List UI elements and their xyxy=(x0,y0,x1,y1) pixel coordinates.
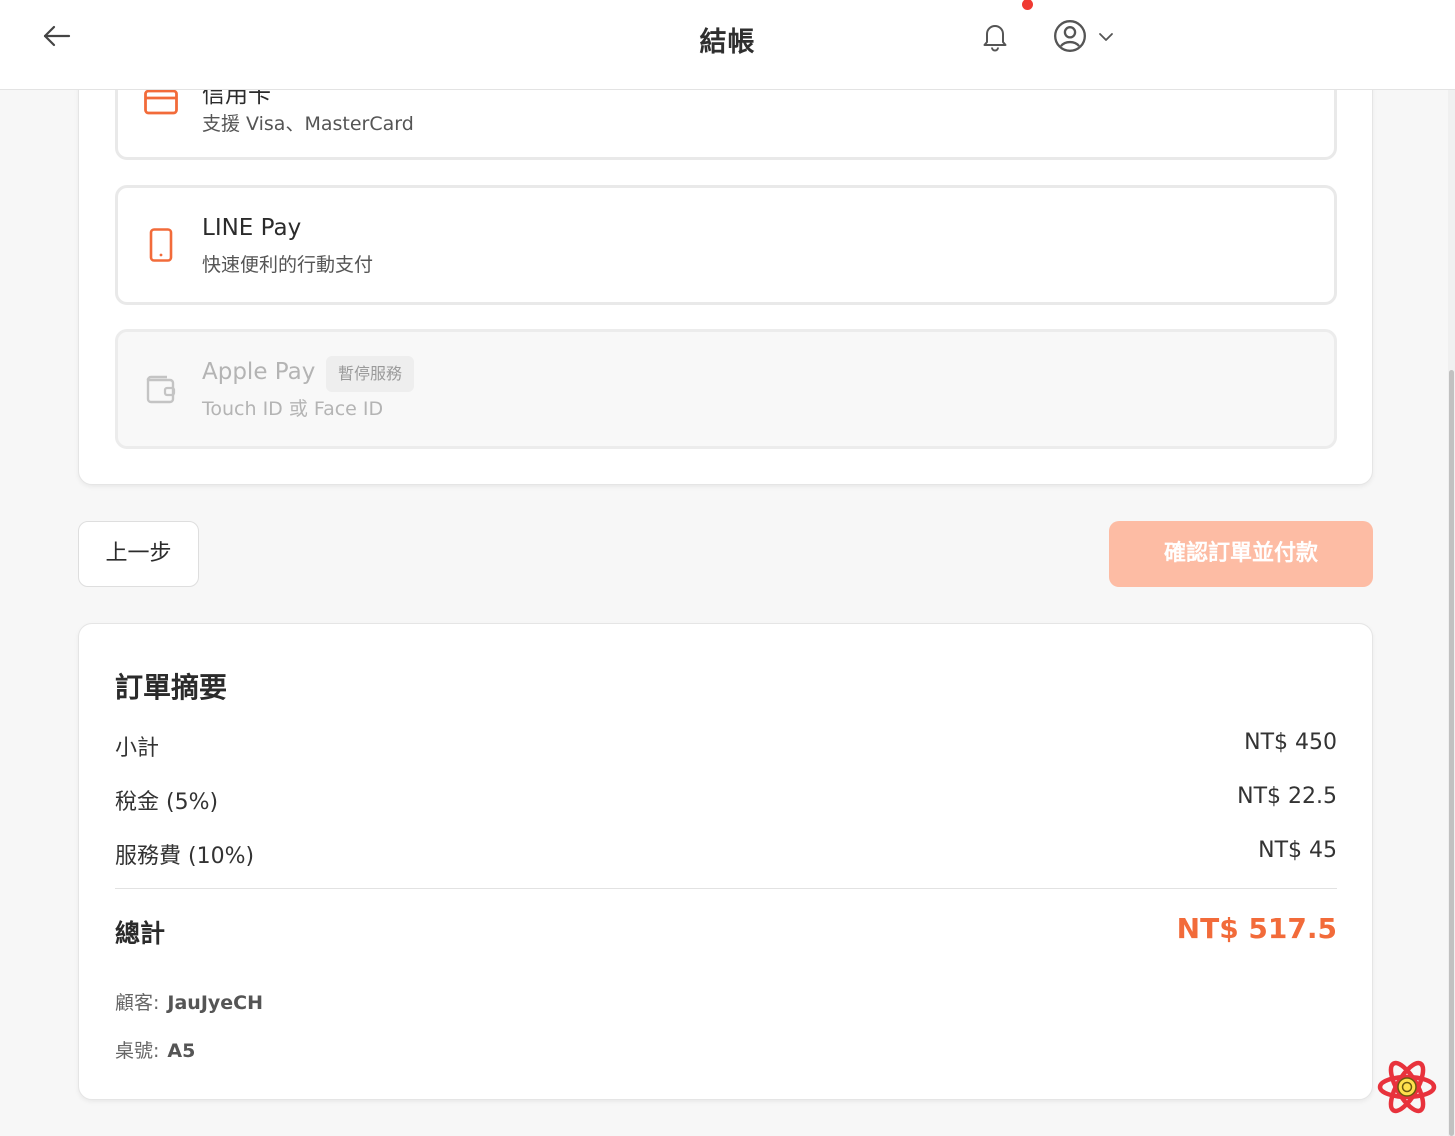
service-fee-value: NT$ 45 xyxy=(1258,838,1337,863)
total-value: NT$ 517.5 xyxy=(1176,912,1337,945)
payment-option-description: Touch ID 或 Face ID xyxy=(202,398,384,420)
payment-method-card: 信用卡 支援 Visa、MasterCard LINE Pay 快速便利的行動支… xyxy=(78,40,1373,485)
order-summary-card: 訂單摘要 小計 NT$ 450 稅金 (5%) NT$ 22.5 服務費 (10… xyxy=(78,623,1373,1100)
payment-option-line-pay[interactable]: LINE Pay 快速便利的行動支付 xyxy=(115,185,1337,305)
table-label: 桌號: xyxy=(115,1040,160,1062)
wallet-icon xyxy=(146,375,176,404)
react-query-devtools-icon[interactable] xyxy=(1376,1056,1438,1118)
mobile-phone-icon xyxy=(149,228,173,262)
tax-row: 稅金 (5%) NT$ 22.5 xyxy=(115,784,1337,816)
summary-divider xyxy=(115,888,1337,889)
subtotal-value: NT$ 450 xyxy=(1244,730,1337,755)
payment-option-title: Apple Pay xyxy=(202,359,316,385)
tax-value: NT$ 22.5 xyxy=(1237,784,1337,809)
top-header: 結帳 xyxy=(0,0,1455,90)
user-menu[interactable] xyxy=(1052,18,1122,54)
payment-option-apple-pay: Apple Pay 暫停服務 Touch ID 或 Face ID xyxy=(115,329,1337,449)
tax-label: 稅金 (5%) xyxy=(115,790,219,815)
payment-option-title: LINE Pay xyxy=(202,215,302,241)
service-paused-badge: 暫停服務 xyxy=(326,356,415,392)
table-info: 桌號: A5 xyxy=(115,1036,195,1063)
page-title: 結帳 xyxy=(699,27,756,58)
user-avatar-icon xyxy=(1054,20,1086,52)
table-number: A5 xyxy=(167,1040,196,1062)
scrollbar-thumb[interactable] xyxy=(1449,370,1454,1136)
confirm-order-pay-button[interactable]: 確認訂單並付款 xyxy=(1109,521,1373,587)
chevron-down-icon xyxy=(1099,33,1113,41)
service-fee-label: 服務費 (10%) xyxy=(115,844,255,869)
notification-bell-icon[interactable] xyxy=(980,20,1010,52)
customer-label: 顧客: xyxy=(115,992,160,1014)
credit-card-icon xyxy=(144,89,178,115)
service-fee-row: 服務費 (10%) NT$ 45 xyxy=(115,838,1337,870)
payment-option-description: 快速便利的行動支付 xyxy=(202,254,374,276)
notification-dot xyxy=(1022,0,1033,10)
customer-info: 顧客: JauJyeCH xyxy=(115,988,263,1015)
payment-option-description: 支援 Visa、MasterCard xyxy=(202,113,414,135)
customer-name: JauJyeCH xyxy=(167,992,264,1014)
subtotal-label: 小計 xyxy=(115,736,160,761)
total-label: 總計 xyxy=(115,919,166,948)
total-row: 總計 NT$ 517.5 xyxy=(115,912,1337,952)
previous-step-button[interactable]: 上一步 xyxy=(78,521,199,587)
subtotal-row: 小計 NT$ 450 xyxy=(115,730,1337,762)
order-summary-title: 訂單摘要 xyxy=(115,671,228,704)
